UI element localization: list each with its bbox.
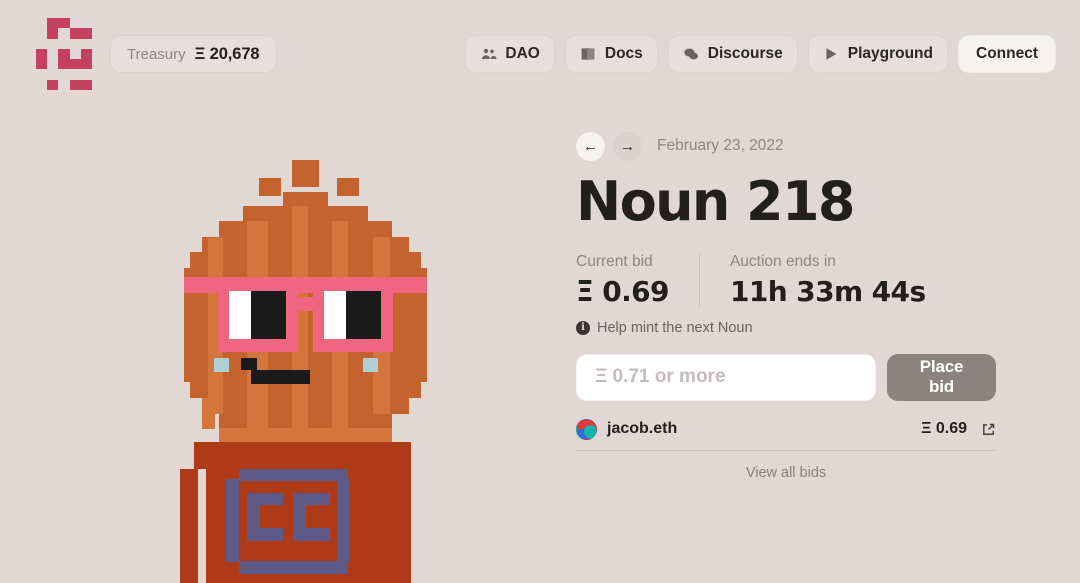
header-left-group: Treasury Ξ 20,678	[24, 14, 277, 90]
glasses-bridge	[297, 297, 314, 312]
treasury-label: Treasury	[127, 45, 186, 63]
glasses-right-pupil	[346, 290, 382, 339]
noun-body-pattern-bottom	[239, 561, 349, 574]
nav-button-label: Playground	[847, 45, 933, 62]
noun-mouth	[251, 369, 310, 384]
noun-body-pattern-top	[239, 468, 349, 482]
current-bid-stat: Current bid Ξ 0.69	[576, 253, 699, 308]
help-mint-text: Help mint the next Noun	[597, 319, 753, 336]
place-bid-button[interactable]: Place bid	[887, 353, 996, 401]
current-bid-value: Ξ 0.69	[576, 274, 670, 308]
date-navigation-row: ← → February 23, 2022	[576, 130, 996, 162]
noun-cheek-left	[214, 358, 230, 372]
nav-button-connect[interactable]: Connect	[958, 35, 1056, 73]
noun-leaf-left	[259, 178, 281, 197]
bid-amount-input[interactable]	[576, 353, 876, 401]
nav-button-label: Discourse	[707, 45, 783, 62]
app-header: Treasury Ξ 20,678 DAO Docs Discourse Playgr…	[0, 0, 1080, 100]
avatar	[576, 418, 597, 440]
noun-arm-left	[179, 468, 199, 583]
noun-body-c1-bottom	[247, 528, 284, 541]
noun-pixel-canvas	[160, 160, 490, 583]
nouns-logo[interactable]	[36, 18, 92, 90]
play-icon	[823, 46, 840, 63]
bidder-name: jacob.eth	[607, 420, 678, 438]
nav-button-playground[interactable]: Playground	[807, 35, 948, 73]
auction-countdown: 11h 33m 44s	[729, 274, 926, 308]
bid-history-list: jacob.eth Ξ 0.69	[576, 409, 996, 451]
people-icon	[480, 46, 497, 63]
bid-amount: Ξ 0.69	[921, 420, 967, 438]
noun-artwork	[160, 160, 490, 583]
noun-leaf-right	[336, 178, 359, 197]
previous-noun-button[interactable]: ←	[576, 131, 605, 161]
noun-stem	[292, 160, 319, 174]
noun-shoulder-l	[202, 397, 215, 429]
main-navigation: DAO Docs Discourse Playground Connect	[465, 35, 1056, 73]
noun-body-pattern-right	[336, 479, 350, 562]
current-bid-label: Current bid	[576, 252, 653, 270]
help-mint-row[interactable]: i Help mint the next Noun	[576, 320, 996, 336]
page-title: Noun 218	[576, 170, 856, 233]
noun-body-pattern-left	[226, 479, 240, 562]
next-noun-button[interactable]: →	[613, 131, 642, 161]
auction-stats: Current bid Ξ 0.69 Auction ends in 11h 3…	[576, 252, 996, 308]
nav-button-label: DAO	[505, 45, 540, 62]
glasses-left-pupil	[251, 290, 286, 339]
bid-form: Place bid	[576, 353, 996, 401]
noun-mouth-upper	[240, 358, 257, 371]
noun-stem	[292, 173, 319, 187]
eth-symbol-icon: Ξ	[194, 44, 206, 63]
noun-arm-gap	[198, 468, 207, 583]
auction-detail-panel: ← → February 23, 2022 Noun 218 Current b…	[576, 130, 996, 481]
nav-button-docs[interactable]: Docs	[564, 35, 658, 73]
info-icon: i	[576, 320, 590, 335]
treasury-pill[interactable]: Treasury Ξ 20,678	[110, 35, 277, 73]
treasury-value: Ξ 20,678	[195, 45, 260, 64]
nav-button-discourse[interactable]: Discourse	[667, 35, 798, 73]
view-all-bids-link[interactable]: View all bids	[576, 451, 996, 481]
external-link-icon[interactable]	[981, 422, 996, 437]
auction-ends-label: Auction ends in	[729, 252, 836, 270]
noun-body-c2-bottom	[293, 528, 330, 541]
nouns-auction-page: Treasury Ξ 20,678 DAO Docs Discourse Playgr…	[0, 0, 1080, 583]
bid-row[interactable]: jacob.eth Ξ 0.69	[576, 409, 996, 451]
treasury-amount: 20,678	[209, 44, 260, 63]
chat-bubbles-icon	[683, 46, 700, 63]
nav-button-dao[interactable]: DAO	[465, 35, 555, 73]
auction-ends-stat: Auction ends in 11h 33m 44s	[698, 252, 956, 308]
book-icon	[580, 46, 597, 63]
auction-date: February 23, 2022	[657, 137, 784, 154]
nav-button-label: Docs	[604, 45, 643, 62]
noun-cheek-right	[363, 358, 379, 372]
nav-button-label: Connect	[976, 45, 1038, 62]
